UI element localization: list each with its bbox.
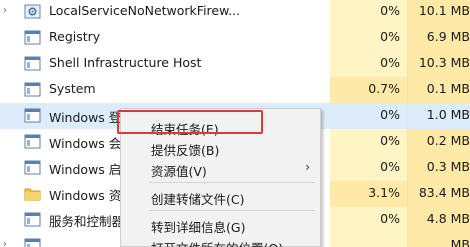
process-name: Shell Infrastructure Host [49,55,202,70]
column-divider [407,77,408,103]
cpu-cell-background [330,233,408,247]
column-divider [407,51,408,77]
menu-item-label: 创建转储文件(C) [151,192,245,207]
menu-item-label: 转到详细信息(G) [151,220,246,235]
cpu-usage: 0% [380,3,400,18]
process-name: System [49,81,96,96]
expand-chevron-icon[interactable]: › [3,5,7,16]
end-task-highlight-box [117,110,263,134]
menu-separator [149,182,315,183]
cpu-usage: 3.1% [368,185,400,200]
memory-usage: 10.1 MB [418,3,470,18]
column-divider [407,0,408,25]
memory-usage: 10.3 MB [418,55,470,70]
window-icon [24,159,41,176]
menu-item-label: 资源值(V) [151,164,207,179]
gear-icon [24,3,41,20]
menu-item-label: 打开文件所在的位置(O) [151,238,283,247]
process-row[interactable]: Shell Infrastructure Host 0% 10.3 MB [0,51,470,77]
process-row[interactable]: Registry 0% 6.9 MB [0,25,470,51]
column-divider [407,181,408,207]
menu-item-label: 提供反馈(B) [151,143,220,158]
cpu-usage: 0% [380,133,400,148]
window-icon [24,237,41,247]
window-icon [24,211,41,228]
submenu-arrow-icon: › [305,160,310,174]
cpu-usage: 0% [380,55,400,70]
process-row[interactable]: › LocalServiceNoNetworkFirew... 0% 10.1 MB [0,0,470,25]
process-name: Windows 资 [49,188,122,203]
process-name: Registry [49,29,101,44]
window-icon [24,133,41,150]
column-divider [407,129,408,155]
memory-usage: 0.3 MB [426,159,470,174]
menu-item-go-to-details[interactable]: 转到详细信息(G) [121,214,320,235]
menu-item-create-dump-file[interactable]: 创建转储文件(C) [121,186,320,207]
cpu-usage: 0% [380,159,400,174]
folder-icon [24,185,41,202]
menu-separator [149,210,315,211]
memory-usage: 0.1 MB [426,81,470,96]
window-icon [24,29,41,46]
process-name: Windows 会 [49,136,122,151]
memory-usage: 6.9 MB [426,29,470,44]
expand-chevron-icon[interactable]: › [3,239,7,247]
window-icon [24,55,41,72]
memory-usage: 4.8 MB [426,211,470,226]
memory-usage: 0.2 MB [426,133,470,148]
memory-usage: 1.0 MB [426,107,470,122]
column-divider [407,233,408,247]
column-divider [407,25,408,51]
process-row[interactable]: System 0.7% 0.1 MB [0,77,470,103]
cpu-usage: 0% [380,211,400,226]
window-icon [24,81,41,98]
menu-item-feedback[interactable]: 提供反馈(B) [121,137,320,158]
column-divider [407,207,408,233]
process-name: 服务和控制器 [49,214,125,229]
memory-usage: MB [450,237,470,247]
column-divider [407,155,408,181]
cpu-usage: 0% [380,107,400,122]
menu-item-open-file-location[interactable]: 打开文件所在的位置(O) [121,235,320,247]
cpu-usage: 0.7% [368,81,400,96]
menu-item-resource-values[interactable]: 资源值(V) › [121,158,320,179]
window-icon [24,107,41,124]
process-name: Windows 启 [49,162,122,177]
cpu-usage: 0% [380,29,400,44]
column-divider [407,103,408,129]
process-name: LocalServiceNoNetworkFirew... [49,3,241,18]
memory-usage: 83.4 MB [418,185,470,200]
process-name: Windows 登 [49,110,122,125]
